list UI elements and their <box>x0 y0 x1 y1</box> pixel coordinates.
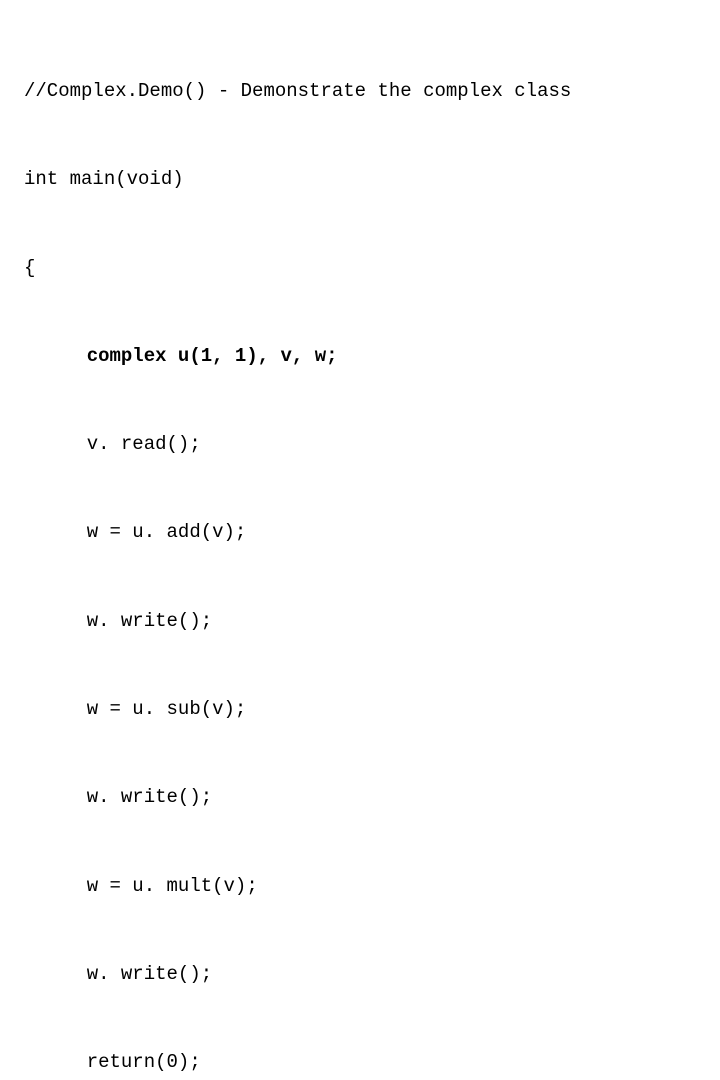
code-statement: w = u. add(v); <box>24 518 696 547</box>
function-signature: int main(void) <box>24 165 696 194</box>
comment-line: //Complex.Demo() - Demonstrate the compl… <box>24 77 696 106</box>
code-statement: w = u. mult(v); <box>24 872 696 901</box>
declaration-line: complex u(1, 1), v, w; <box>24 342 696 371</box>
code-block: //Complex.Demo() - Demonstrate the compl… <box>24 18 696 1080</box>
return-statement: return(0); <box>24 1048 696 1077</box>
code-statement: v. read(); <box>24 430 696 459</box>
code-statement: w = u. sub(v); <box>24 695 696 724</box>
open-brace: { <box>24 254 696 283</box>
code-statement: w. write(); <box>24 783 696 812</box>
code-statement: w. write(); <box>24 960 696 989</box>
code-statement: w. write(); <box>24 607 696 636</box>
